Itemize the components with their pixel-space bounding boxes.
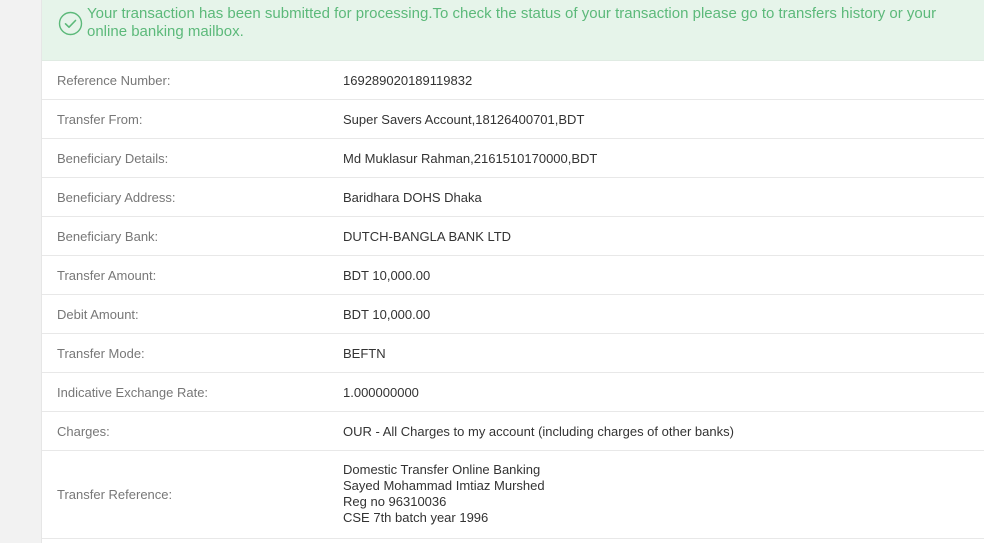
detail-value: BDT 10,000.00 [343, 306, 431, 322]
detail-row-charges: Charges: OUR - All Charges to my account… [42, 412, 984, 451]
detail-label: Transfer From: [57, 111, 143, 127]
detail-label: Indicative Exchange Rate: [57, 384, 209, 400]
transfer-reference-value: Domestic Transfer Online Banking Sayed M… [343, 462, 545, 526]
detail-row-beneficiary-details: Beneficiary Details: Md Muklasur Rahman,… [42, 139, 984, 178]
detail-label: Reference Number: [57, 72, 171, 88]
check-circle-icon [58, 11, 83, 36]
transfer-reference-line: Sayed Mohammad Imtiaz Murshed [343, 478, 545, 493]
detail-row-transfer-amount: Transfer Amount: BDT 10,000.00 [42, 256, 984, 295]
detail-label: Transfer Reference: [57, 487, 173, 502]
detail-label: Debit Amount: [57, 306, 139, 322]
detail-value: 169289020189119832 [343, 72, 473, 88]
detail-row-transfer-from: Transfer From: Super Savers Account,1812… [42, 100, 984, 139]
transfer-reference-line: Reg no 96310036 [343, 494, 447, 509]
detail-row-transfer-reference: Transfer Reference: Domestic Transfer On… [42, 451, 984, 539]
detail-label: Beneficiary Details: [57, 150, 169, 166]
detail-row-transfer-mode: Transfer Mode: BEFTN [42, 334, 984, 373]
transfer-reference-line: Domestic Transfer Online Banking [343, 462, 541, 477]
detail-row-debit-amount: Debit Amount: BDT 10,000.00 [42, 295, 984, 334]
detail-row-exchange-rate: Indicative Exchange Rate: 1.000000000 [42, 373, 984, 412]
detail-value: Md Muklasur Rahman,2161510170000,BDT [343, 150, 598, 166]
detail-value: 1.000000000 [343, 384, 419, 400]
success-alert: Your transaction has been submitted for … [42, 0, 984, 61]
detail-value: Baridhara DOHS Dhaka [343, 189, 482, 205]
transfer-reference-line: CSE 7th batch year 1996 [343, 510, 489, 525]
detail-row-beneficiary-bank: Beneficiary Bank: DUTCH-BANGLA BANK LTD [42, 217, 984, 256]
success-message: Your transaction has been submitted for … [87, 5, 937, 40]
detail-value: BEFTN [343, 345, 386, 361]
detail-value: Super Savers Account,18126400701,BDT [343, 111, 585, 127]
detail-value: OUR - All Charges to my account (includi… [343, 423, 734, 439]
detail-label: Transfer Amount: [57, 267, 157, 283]
detail-value: BDT 10,000.00 [343, 267, 431, 283]
detail-value: DUTCH-BANGLA BANK LTD [343, 228, 512, 244]
detail-label: Charges: [57, 423, 110, 439]
transaction-confirmation-panel: Your transaction has been submitted for … [41, 0, 984, 543]
detail-label: Beneficiary Address: [57, 189, 176, 205]
transaction-details-table: Reference Number: 169289020189119832 Tra… [42, 61, 984, 539]
detail-row-reference-number: Reference Number: 169289020189119832 [42, 61, 984, 100]
detail-row-beneficiary-address: Beneficiary Address: Baridhara DOHS Dhak… [42, 178, 984, 217]
detail-label: Beneficiary Bank: [57, 228, 159, 244]
detail-label: Transfer Mode: [57, 345, 145, 361]
